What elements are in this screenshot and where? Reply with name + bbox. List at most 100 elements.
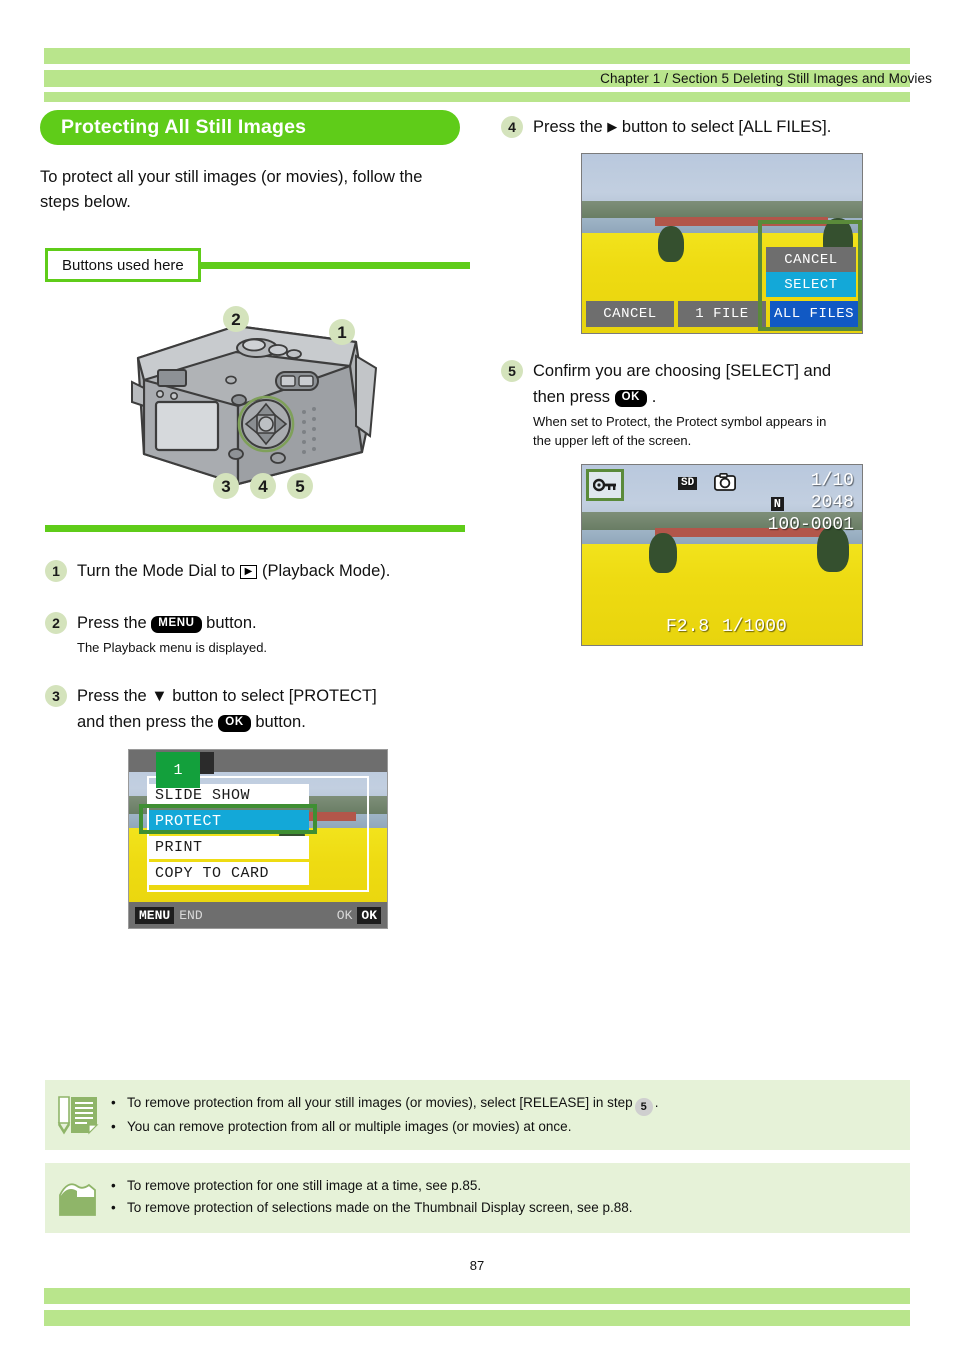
left-column: Protecting All Still Images To protect a… [40,110,470,929]
step-5-line2-after: . [651,388,657,406]
lcd-menu-item-copy-to-card[interactable]: COPY TO CARD [149,862,309,885]
camera-callout-5-label: 5 [295,477,304,496]
step-5-line2: then press OK . [533,384,910,410]
note-ref-item-1: • To remove protection for one still ima… [111,1175,894,1197]
camera-callout-4-label: 4 [258,477,268,496]
breadcrumb: Chapter 1 / Section 5 Deleting Still Ima… [600,71,932,86]
note-ref-item-2-text: To remove protection of selections made … [127,1200,633,1215]
step-2-number: 2 [45,612,67,634]
step-4-text-before: Press the [533,118,603,136]
file-number-label: 100-0001 [767,515,854,535]
note-ref-item-1-text: To remove protection for one still image… [127,1178,482,1193]
note-box-reference: • To remove protection for one still ima… [45,1163,910,1233]
page-number: 87 [469,1258,485,1273]
lcd4-button-cancel[interactable]: CANCEL [586,301,674,327]
lcd5-tree-left [649,533,678,574]
step-1-text-before: Turn the Mode Dial to [77,562,236,580]
ok-chip: OK [357,906,381,924]
note-memo-item-1-post: . [654,1095,659,1110]
step-2: 2 Press the MENU button. The Playback me… [40,610,470,657]
bullet-icon: • [111,1119,116,1134]
note-memo-item-2: • You can remove protection from all or … [111,1116,894,1138]
step-3-number: 3 [45,685,67,707]
step-1-text-after: (Playback Mode). [261,562,391,580]
step-5-line2-before: then press [533,388,611,406]
note-memo-item-1: • To remove protection from all your sti… [111,1092,894,1116]
lcd-menu-selection-highlight [139,804,317,834]
step-3-text: Press the ▼ button to select [PROTECT] a… [77,683,470,735]
ok-button-key-2: OK [614,390,648,407]
lcd-menu-footer-right: OK OK [332,906,381,924]
section-divider [45,525,465,532]
page-title: Protecting All Still Images [61,116,307,138]
buttons-used-label: Buttons used here [45,248,201,282]
step-3-line2: and then press the OK button. [77,709,470,735]
lcd4-button-1-file[interactable]: 1 FILE [678,301,766,327]
step-1-number: 1 [45,560,67,582]
step-4: 4 Press the ▶ button to select [ALL FILE… [496,114,910,140]
step-2-text-before: Press the [77,614,147,632]
lcd-playback-menu: 1 SLIDE SHOW PROTECT PRINT COPY TO CARD … [128,749,388,929]
bullet-icon: • [111,1178,116,1193]
step-3-line1: Press the ▼ button to select [PROTECT] [77,687,377,705]
camera-mode-icon [713,473,737,496]
memo-pencil-icon [45,1092,111,1138]
step-3: 3 Press the ▼ button to select [PROTECT]… [40,683,470,735]
camera-callout-2-label: 2 [231,310,240,329]
footer-band-bottom [44,1310,910,1326]
note-memo-item-2-text: You can remove protection from all or mu… [127,1119,572,1134]
step-5-line1: Confirm you are choosing [SELECT] and [533,362,832,380]
ok-label: OK [336,907,353,923]
step-4-text: Press the ▶ button to select [ALL FILES]… [533,114,910,140]
step-1: 1 Turn the Mode Dial to ▶ (Playback Mode… [40,558,470,584]
aperture-label: F2.8 [666,617,710,637]
note-memo-body: • To remove protection from all your sti… [111,1092,910,1138]
right-column: 4 Press the ▶ button to select [ALL FILE… [496,110,910,646]
quality-chip: N [770,497,784,511]
step-5-number: 5 [501,360,523,382]
step-2-text-after: button. [206,614,257,632]
lcd-menu-item-print[interactable]: PRINT [149,836,309,859]
lcd-all-files: CANCEL SELECT CANCEL 1 FILE ALL FILES [581,153,863,334]
lcd-menu-panel: SLIDE SHOW PROTECT PRINT COPY TO CARD [147,776,369,892]
shutter-speed-label: 1/1000 [722,617,787,637]
protect-symbol-box [586,469,624,501]
footer-band-top [44,1288,910,1304]
ok-button-key: OK [218,715,251,732]
buttons-used-callout: Buttons used here [40,248,470,282]
note-memo-item-1-text: To remove protection from all your still… [127,1092,658,1116]
frame-counter: 1/10 [810,471,854,491]
note-memo-item-1-pre: To remove protection from all your still… [127,1095,633,1110]
camera-illustration: 2 1 3 4 5 [40,296,470,511]
lcd4-selection-highlight [758,220,862,331]
menu-end-label: END [179,907,203,923]
step-5-subtext-line1: When set to Protect, the Protect symbol … [533,414,827,429]
step-4-number: 4 [501,116,523,138]
step-5-subtext-line2: the upper left of the screen. [533,433,692,448]
step-5-text: Confirm you are choosing [SELECT] and th… [533,358,910,410]
note-reference-body: • To remove protection for one still ima… [111,1175,910,1221]
note-ref-item-2: • To remove protection of selections mad… [111,1197,894,1219]
folder-icon [45,1175,111,1221]
section-intro: To protect all your still images (or mov… [40,168,423,211]
header-band-bottom [44,92,910,102]
step-3-line2-after: button. [255,713,306,731]
step-2-subtext: The Playback menu is displayed. [77,640,268,655]
protect-key-icon [593,478,616,492]
resolution-label: 2048 [810,493,854,513]
step-2-text: Press the MENU button. [77,610,470,636]
bullet-icon: • [111,1200,116,1215]
lcd-menu-bottombar: MENU END OK OK [129,902,387,928]
step-1-text: Turn the Mode Dial to ▶ (Playback Mode). [77,558,470,584]
step-3-line2-before: and then press the [77,713,214,731]
sd-card-icon: SD [678,477,698,490]
note-box-memo: • To remove protection from all your sti… [45,1080,910,1150]
camera-callout-1-label: 1 [337,323,346,342]
camera-callout-3-label: 3 [221,477,230,496]
menu-button-key: MENU [151,616,202,633]
lcd-menu-tab-1[interactable]: 1 [156,752,200,788]
step-5: 5 Confirm you are choosing [SELECT] and … [496,358,910,450]
step-4-text-after: button to select [ALL FILES]. [621,118,832,136]
lcd4-tree-left [657,225,684,262]
menu-chip: MENU [135,906,175,924]
